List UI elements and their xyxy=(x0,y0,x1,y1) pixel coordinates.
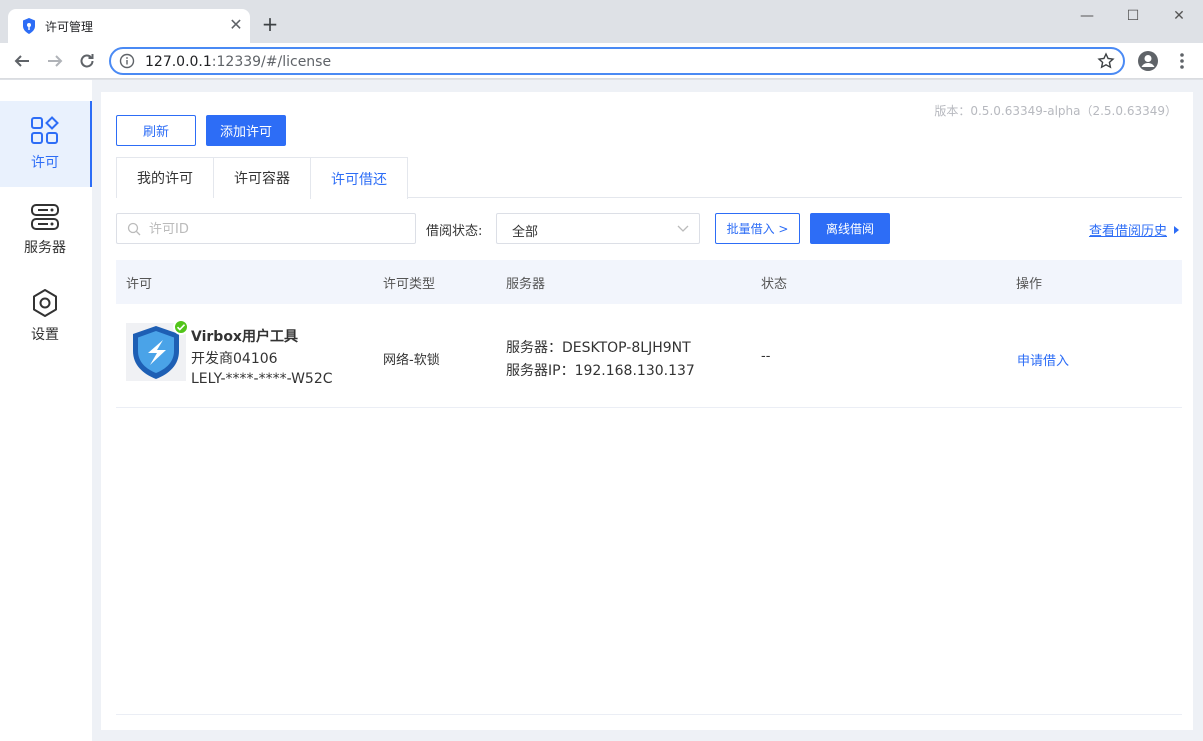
sidebar: 许可 服务器 设置 xyxy=(0,80,92,741)
license-table: 许可 许可类型 服务器 状态 操作 Virbox用户工具 开发商04106 LE… xyxy=(116,260,1182,408)
server-ip: 服务器IP：192.168.130.137 xyxy=(506,363,695,379)
reload-button[interactable] xyxy=(75,49,99,73)
app-root: 许可 服务器 设置 版本：0.5.0.63349-alpha（2.5.0.633… xyxy=(0,80,1203,741)
sidebar-item-label: 服务器 xyxy=(24,240,66,256)
request-borrow-link[interactable]: 申请借入 xyxy=(1017,350,1069,369)
maximize-button[interactable]: ☐ xyxy=(1118,5,1148,27)
sidebar-item-label: 许可 xyxy=(31,155,59,171)
batch-borrow-button[interactable]: 批量借入 > xyxy=(715,213,800,244)
sidebar-item-license[interactable]: 许可 xyxy=(0,101,92,187)
table-row: Virbox用户工具 开发商04106 LELY-****-****-W52C … xyxy=(116,304,1182,408)
sidebar-item-label: 设置 xyxy=(31,327,59,343)
column-header: 许可 xyxy=(126,277,153,292)
address-bar[interactable]: 127.0.0.1:12339/#/license xyxy=(109,47,1125,75)
refresh-button[interactable]: 刷新 xyxy=(116,115,196,146)
main-panel: 版本：0.5.0.63349-alpha（2.5.0.63349） 刷新 添加许… xyxy=(101,92,1193,730)
close-tab-icon[interactable]: ✕ xyxy=(226,15,246,35)
column-header: 许可类型 xyxy=(383,277,436,292)
shield-icon xyxy=(23,18,35,34)
column-header: 操作 xyxy=(1016,277,1043,292)
gear-icon xyxy=(33,289,57,317)
browser-toolbar: 127.0.0.1:12339/#/license xyxy=(0,43,1203,79)
check-icon xyxy=(173,319,189,335)
star-icon[interactable] xyxy=(1097,52,1115,70)
tab-title: 许可管理 xyxy=(45,20,94,34)
back-button[interactable] xyxy=(10,49,34,73)
close-window-button[interactable]: ✕ xyxy=(1164,5,1194,27)
browser-tabstrip: 许可管理 ✕ + — ☐ ✕ xyxy=(0,0,1203,43)
search-input[interactable] xyxy=(147,218,407,240)
reload-icon xyxy=(80,54,94,68)
divider xyxy=(116,714,1182,715)
minimize-button[interactable]: — xyxy=(1072,5,1102,27)
borrow-status: -- xyxy=(761,349,771,364)
arrow-right-icon xyxy=(48,55,63,67)
borrow-history-link[interactable]: 查看借阅历史 xyxy=(1089,220,1181,239)
license-id: LELY-****-****-W52C xyxy=(191,371,333,387)
url-text: 127.0.0.1:12339/#/license xyxy=(145,54,332,70)
license-type: 网络-软锁 xyxy=(383,353,440,368)
table-header: 许可 许可类型 服务器 状态 操作 xyxy=(116,260,1182,304)
tab-license-container[interactable]: 许可容器 xyxy=(213,157,311,198)
column-header: 状态 xyxy=(761,277,788,292)
forward-button[interactable] xyxy=(43,49,67,73)
tab-bar: 我的许可 许可容器 许可借还 xyxy=(116,157,1182,199)
license-developer: 开发商04106 xyxy=(191,351,278,367)
server-icon xyxy=(31,204,59,230)
arrow-left-icon xyxy=(14,55,29,67)
tab-license-borrow[interactable]: 许可借还 xyxy=(310,157,408,199)
apps-icon xyxy=(31,116,59,144)
search-field[interactable] xyxy=(116,213,416,244)
profile-icon[interactable] xyxy=(1137,50,1159,72)
add-license-button[interactable]: 添加许可 xyxy=(206,115,286,146)
browser-tab[interactable]: 许可管理 ✕ xyxy=(8,9,250,43)
chevron-down-icon xyxy=(677,225,689,232)
new-tab-button[interactable]: + xyxy=(259,13,281,35)
info-icon[interactable] xyxy=(119,53,135,69)
sidebar-item-server[interactable]: 服务器 xyxy=(0,187,90,273)
status-filter-label: 借阅状态: xyxy=(426,224,483,239)
status-select[interactable]: 全部 xyxy=(496,213,700,244)
sidebar-item-settings[interactable]: 设置 xyxy=(0,273,90,359)
tab-my-licenses[interactable]: 我的许可 xyxy=(116,157,214,198)
license-name: Virbox用户工具 xyxy=(191,329,298,345)
status-select-value: 全部 xyxy=(512,225,539,240)
offline-borrow-button[interactable]: 离线借阅 xyxy=(810,213,890,244)
search-icon xyxy=(127,222,141,236)
caret-right-icon xyxy=(1174,225,1179,234)
version-text: 版本：0.5.0.63349-alpha（2.5.0.63349） xyxy=(934,104,1177,118)
server-name: 服务器：DESKTOP-8LJH9NT xyxy=(506,340,691,356)
more-menu-icon[interactable] xyxy=(1172,50,1192,72)
column-header: 服务器 xyxy=(506,277,546,292)
borrow-history-label: 查看借阅历史 xyxy=(1088,224,1167,239)
